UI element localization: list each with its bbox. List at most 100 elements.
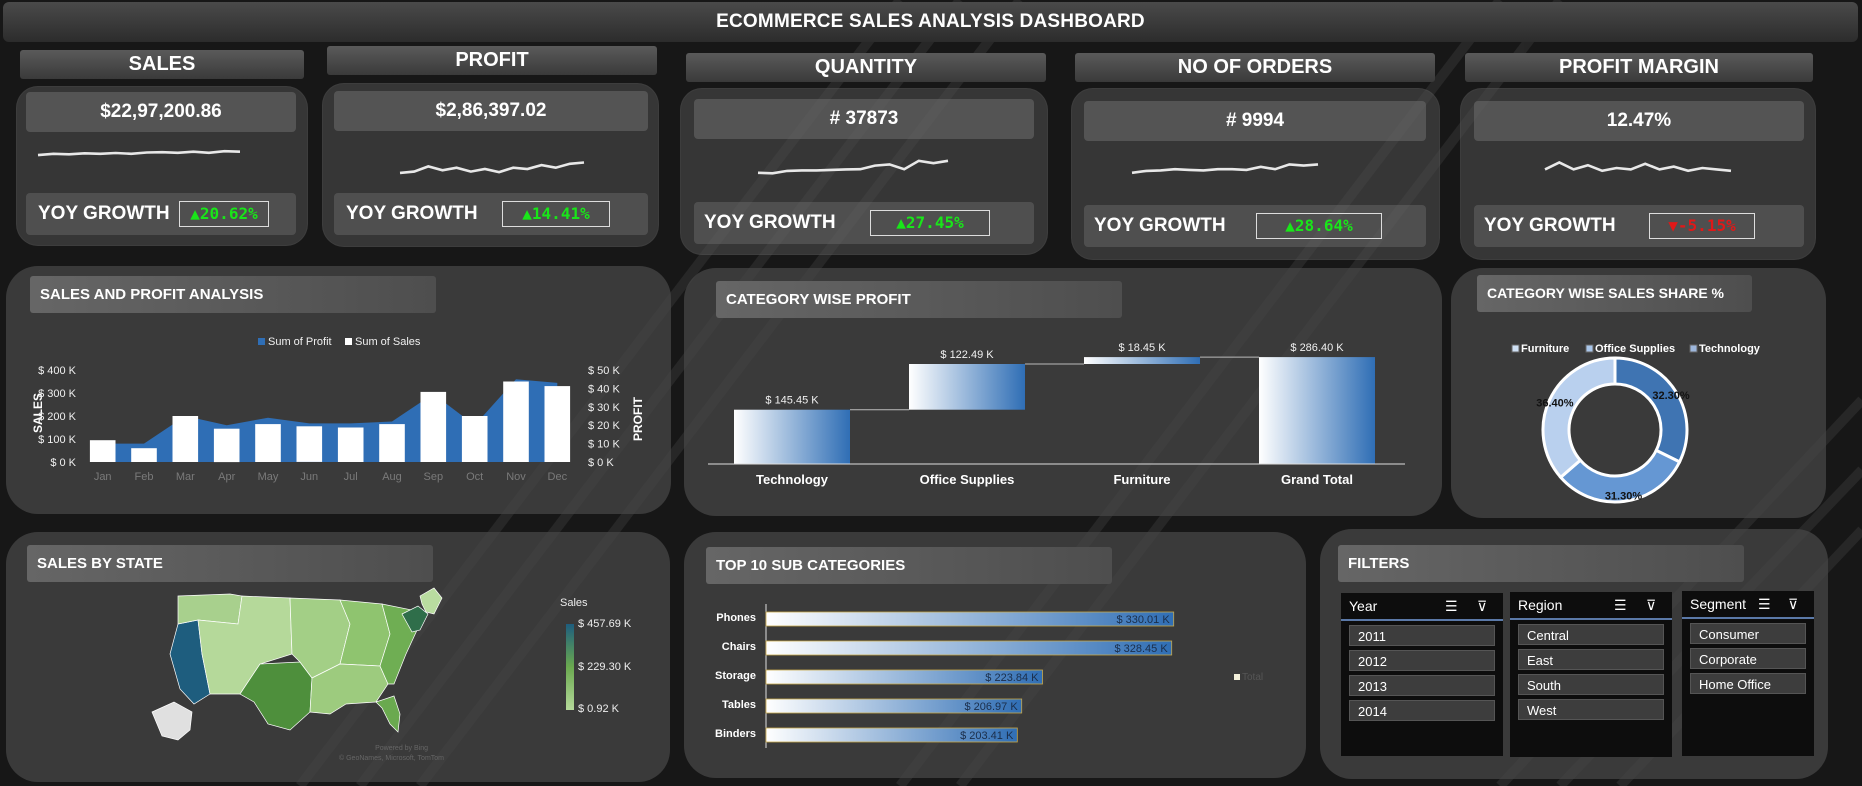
donut-slice (1541, 356, 1617, 480)
kpi-label: PROFIT (327, 46, 657, 75)
sub-category-bar (765, 640, 1173, 656)
sparkline-path (37, 149, 241, 157)
map-region-midwest (339, 599, 391, 667)
year-option[interactable]: 2012 (1349, 650, 1495, 671)
segment-slicer-header: Segment ☰ ⊽ (1682, 591, 1814, 619)
yoy-label: YOY GROWTH (1094, 215, 1226, 236)
map-credit: Powered by Bing (375, 745, 428, 752)
yoy-panel: YOY GROWTH ▲20.62% (26, 193, 296, 235)
kpi-label: PROFIT MARGIN (1465, 53, 1813, 82)
region-slicer: Region ☰ ⊽ Central East South West (1510, 592, 1672, 757)
top-sub-chart: Phones $ 330.01 K Chairs $ 328.45 K Storage $… (715, 604, 1263, 748)
segment-slicer-label: Segment (1690, 596, 1747, 612)
map-credit-2: © GeoNames, Microsoft, TomTom (339, 754, 444, 762)
kpi-value: # 9994 (1084, 101, 1426, 141)
kpi-value: $2,86,397.02 (334, 91, 648, 131)
clear-filter-icon[interactable]: ⊽ (1788, 591, 1798, 617)
category-profit-chart: $ 145.45 K Technology $ 122.49 K Office Sup… (708, 342, 1405, 487)
clear-filter-icon[interactable]: ⊽ (1477, 593, 1487, 619)
sales-bar (420, 391, 447, 462)
x-tick-label: Aug (382, 471, 402, 483)
sparkline (37, 149, 241, 157)
sub-category-bar (765, 611, 1175, 627)
sparkline-path (1131, 163, 1319, 175)
legend-profit-label: Sum of Profit (268, 336, 332, 348)
map-legend-min: $ 0.92 K (578, 703, 619, 715)
yoy-label: YOY GROWTH (1484, 215, 1616, 236)
sales-profit-chart: Sum of Profit Sum of Sales SALES PROFIT … (31, 336, 645, 483)
sales-by-state-title: SALES BY STATE (27, 545, 433, 582)
bar-value-label: $ 328.45 K (1114, 643, 1168, 655)
y2-tick-label: $ 40 K (588, 383, 620, 395)
multi-select-icon[interactable]: ☰ (1445, 593, 1458, 619)
legend-swatch (1234, 674, 1240, 680)
region-option[interactable]: Central (1518, 624, 1664, 645)
category-profit-title: CATEGORY WISE PROFIT (716, 281, 1122, 318)
map-legend-max: $ 457.69 K (578, 618, 632, 630)
y-tick-label: $ 200 K (38, 411, 77, 423)
category-label: Tables (722, 699, 756, 711)
sales-bar (89, 440, 116, 462)
yoy-panel: YOY GROWTH ▲14.41% (334, 193, 648, 235)
sales-bar (213, 428, 240, 463)
map-legend-scale (566, 624, 574, 710)
y-tick-label: $ 300 K (38, 388, 77, 400)
waterfall-bar (1084, 357, 1200, 364)
legend-label: Technology (1699, 343, 1761, 355)
yoy-value: ▲14.41% (502, 201, 610, 227)
kpi-value: # 37873 (694, 99, 1034, 139)
yoy-label: YOY GROWTH (704, 212, 836, 233)
x-tick-label: Nov (506, 471, 526, 483)
multi-select-icon[interactable]: ☰ (1614, 592, 1627, 618)
sparkline (1131, 163, 1319, 175)
x-tick-label: Dec (548, 471, 568, 483)
kpi-label: QUANTITY (686, 53, 1046, 82)
segment-slicer: Segment ☰ ⊽ Consumer Corporate Home Offi… (1682, 591, 1814, 756)
category-share-title: CATEGORY WISE SALES SHARE % (1477, 275, 1752, 312)
yoy-value: ▲27.45% (870, 210, 990, 236)
region-option[interactable]: South (1518, 674, 1664, 695)
sales-bar (296, 426, 323, 462)
segment-option[interactable]: Corporate (1690, 648, 1806, 669)
donut-slice (1613, 356, 1689, 464)
kpi-label: NO OF ORDERS (1075, 53, 1435, 82)
map-region-alaska (151, 701, 193, 741)
segment-option[interactable]: Home Office (1690, 673, 1806, 694)
clear-filter-icon[interactable]: ⊽ (1646, 592, 1656, 618)
region-slicer-header: Region ☰ ⊽ (1510, 592, 1672, 620)
top-sub-title: TOP 10 SUB CATEGORIES (706, 547, 1112, 584)
legend-sales-swatch (345, 338, 352, 345)
sales-bar (172, 416, 199, 462)
sparkline (757, 159, 949, 175)
waterfall-value-label: $ 286.40 K (1290, 342, 1344, 354)
sales-bar (544, 386, 571, 462)
multi-select-icon[interactable]: ☰ (1758, 591, 1771, 617)
map-region-florida (375, 695, 401, 733)
donut-label: 36.40% (1536, 398, 1574, 410)
segment-option[interactable]: Consumer (1690, 623, 1806, 644)
year-option[interactable]: 2011 (1349, 625, 1495, 646)
legend-swatch (1511, 344, 1520, 353)
year-option[interactable]: 2013 (1349, 675, 1495, 696)
sales-profit-title: SALES AND PROFIT ANALYSIS (30, 276, 436, 313)
waterfall-category-label: Furniture (1113, 472, 1170, 487)
region-option[interactable]: East (1518, 649, 1664, 670)
waterfall-category-label: Technology (756, 472, 829, 487)
x-tick-label: May (258, 471, 279, 483)
yoy-panel: YOY GROWTH ▲27.45% (694, 202, 1034, 244)
bar-value-label: $ 223.84 K (985, 672, 1039, 684)
y-tick-label: $ 100 K (38, 434, 77, 446)
x-tick-label: Feb (135, 471, 154, 483)
waterfall-bar (1259, 357, 1375, 464)
yoy-panel: YOY GROWTH ▼-5.15% (1474, 205, 1804, 247)
sales-bar (255, 424, 281, 462)
year-slicer-label: Year (1349, 598, 1378, 614)
region-option[interactable]: West (1518, 699, 1664, 720)
yoy-value: ▲28.64% (1256, 213, 1382, 239)
x-tick-label: Jun (300, 471, 318, 483)
y-tick-label: $ 400 K (38, 365, 77, 377)
sparkline (1544, 160, 1732, 173)
y2-tick-label: $ 20 K (588, 420, 620, 432)
year-option[interactable]: 2014 (1349, 700, 1495, 721)
legend-label: Total (1242, 672, 1263, 683)
